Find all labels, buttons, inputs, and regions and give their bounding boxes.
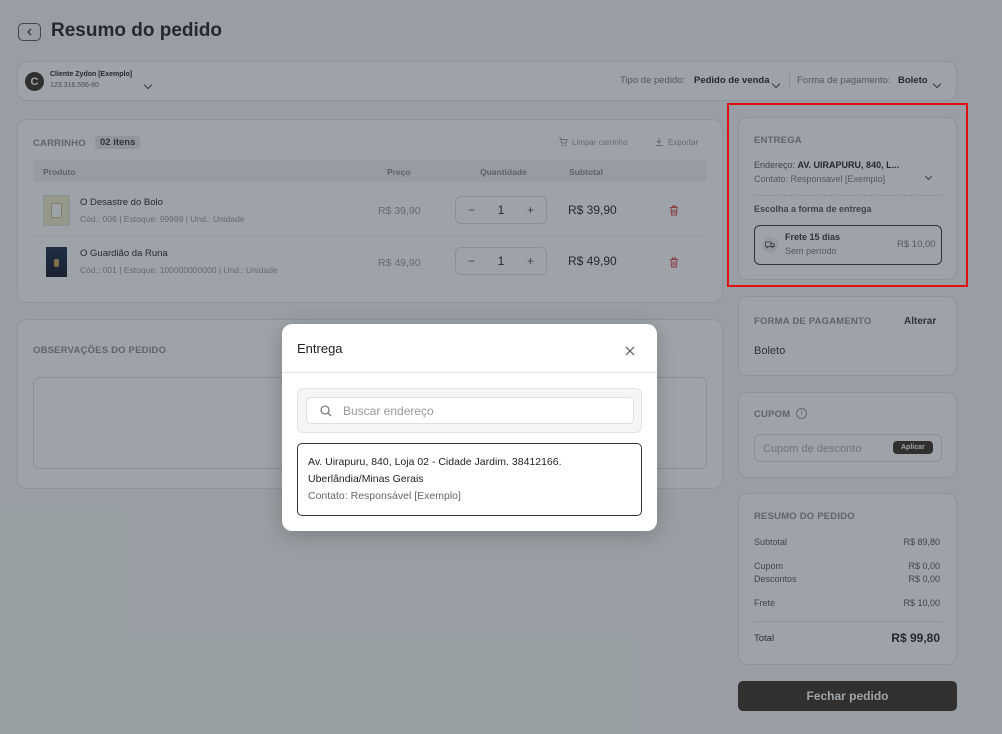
address-line1: Av. Uirapuru, 840, Loja 02 - Cidade Jard… <box>308 456 562 468</box>
delivery-modal: Entrega Buscar endereço Av. Uirapuru, 84… <box>282 324 657 531</box>
close-icon[interactable] <box>625 343 635 361</box>
address-contact: Contato: Responsável [Exemplo] <box>308 490 461 502</box>
search-placeholder: Buscar endereço <box>343 404 434 418</box>
address-option[interactable]: Av. Uirapuru, 840, Loja 02 - Cidade Jard… <box>297 443 642 516</box>
search-icon <box>320 405 332 417</box>
divider <box>282 372 657 373</box>
search-input[interactable]: Buscar endereço <box>306 397 634 424</box>
highlight-box <box>727 103 968 287</box>
search-wrapper: Buscar endereço <box>297 388 642 433</box>
address-line2: Uberlândia/Minas Gerais <box>308 473 424 485</box>
modal-title: Entrega <box>297 341 343 356</box>
